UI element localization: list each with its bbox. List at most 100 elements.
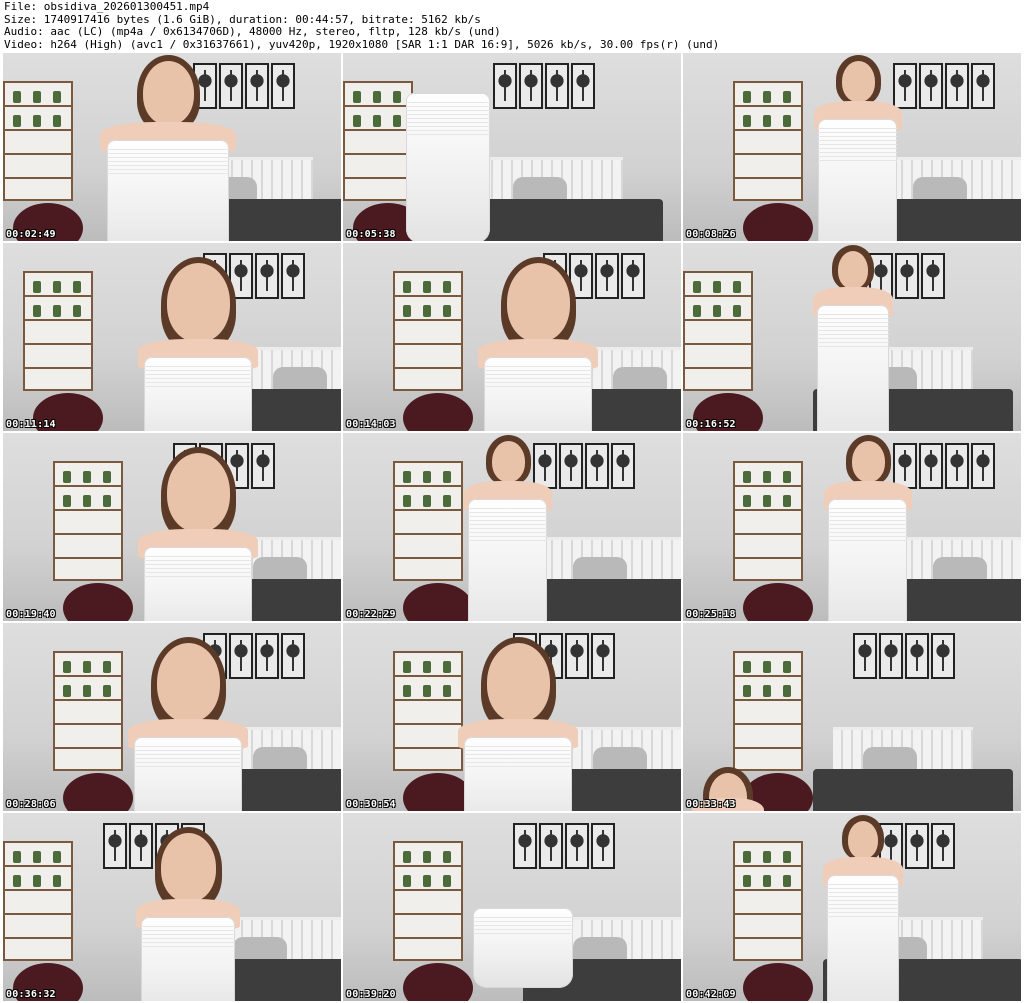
- thumbnail-timestamp: 00:16:52: [686, 419, 736, 430]
- bookshelf: [393, 271, 463, 391]
- shelf-decor-item: [443, 281, 451, 293]
- face: [507, 263, 570, 342]
- shelf-decor-item: [423, 281, 431, 293]
- shelf-decor-item: [743, 495, 751, 507]
- shelf-decor-item: [63, 685, 71, 697]
- shelf-decor-item: [763, 495, 771, 507]
- file-info-header: File: obsidiva_202601300451.mp4 Size: 17…: [0, 0, 1024, 52]
- room-scene: [3, 813, 341, 1001]
- shelf-decor-item: [743, 91, 751, 103]
- wall-art-frame: [571, 63, 595, 109]
- wall-art-frame: [919, 63, 943, 109]
- white-dress: [468, 499, 547, 621]
- shelf-decor-item: [403, 495, 411, 507]
- shelf-decor-item: [13, 851, 21, 863]
- shelf-decor-item: [33, 851, 41, 863]
- video-thumbnail: 00:25:18: [683, 433, 1021, 621]
- shelf-decor-item: [33, 305, 41, 317]
- wall-art-frame: [281, 633, 305, 679]
- wall-art-frame: [905, 633, 929, 679]
- person-figure: [123, 433, 273, 621]
- face: [143, 61, 194, 125]
- wall-art-frame: [591, 823, 615, 869]
- shelf-decor-item: [53, 851, 61, 863]
- wall-art-frame: [271, 63, 295, 109]
- face: [838, 251, 868, 289]
- video-thumbnail: 00:14:03: [343, 243, 681, 431]
- shelf-decor-item: [403, 661, 411, 673]
- person-figure: [113, 623, 263, 811]
- thumbnail-timestamp: 00:22:29: [346, 609, 396, 620]
- shelf-decor-item: [53, 875, 61, 887]
- person-figure: [83, 53, 253, 241]
- thumbnail-timestamp: 00:33:43: [686, 799, 736, 810]
- bed: [813, 769, 1013, 811]
- shelf-decor-item: [783, 495, 791, 507]
- shelf-decor-item: [423, 471, 431, 483]
- thumbnail-timestamp: 00:25:18: [686, 609, 736, 620]
- thumbnail-timestamp: 00:39:20: [346, 989, 396, 1000]
- wall-art-frame: [921, 253, 945, 299]
- shelf-decor-item: [353, 115, 361, 127]
- shelf-decor-item: [403, 305, 411, 317]
- person-figure: [813, 813, 913, 1001]
- shelf-decor-item: [423, 685, 431, 697]
- shelf-decor-item: [103, 661, 111, 673]
- bookshelf: [683, 271, 753, 391]
- room-scene: [343, 813, 681, 1001]
- shelf-decor-item: [63, 661, 71, 673]
- person-figure: [453, 433, 563, 621]
- shelf-decor-item: [373, 91, 381, 103]
- shelf-decor-item: [83, 495, 91, 507]
- shelf-decor-item: [443, 471, 451, 483]
- person-figure: [123, 243, 273, 431]
- person-figure: [813, 433, 923, 621]
- face: [167, 263, 230, 342]
- thumbnail-timestamp: 00:02:49: [6, 229, 56, 240]
- shelf-decor-item: [423, 661, 431, 673]
- thumbnail-timestamp: 00:42:09: [686, 989, 736, 1000]
- wall-art-frame: [971, 443, 995, 489]
- shelf-decor-item: [713, 305, 721, 317]
- shelf-decor-item: [783, 661, 791, 673]
- shelf-decor-item: [783, 115, 791, 127]
- person-figure: [803, 53, 913, 241]
- room-scene: [3, 243, 341, 431]
- face: [157, 643, 220, 722]
- thumbnail-timestamp: 00:11:14: [6, 419, 56, 430]
- video-thumbnail: 00:28:06: [3, 623, 341, 811]
- shelf-decor-item: [103, 685, 111, 697]
- bookshelf: [3, 841, 73, 961]
- shelf-decor-item: [783, 471, 791, 483]
- wall-art-frame: [591, 633, 615, 679]
- shelf-decor-item: [353, 91, 361, 103]
- white-dress: [817, 305, 889, 431]
- room-scene: [343, 243, 681, 431]
- thumbnail-grid: 00:02:49 00:05:38 00:08:26 00:11:14 00:14:03…: [0, 53, 1024, 1003]
- shelf-decor-item: [403, 685, 411, 697]
- room-scene: [683, 623, 1021, 811]
- video-thumbnail: 00:30:54: [343, 623, 681, 811]
- wall-art-frame: [519, 63, 543, 109]
- shelf-decor-item: [743, 115, 751, 127]
- video-thumbnail: 00:16:52: [683, 243, 1021, 431]
- white-dress: [107, 140, 229, 241]
- wall-art-frame: [945, 443, 969, 489]
- shelf-decor-item: [713, 281, 721, 293]
- shelf-decor-item: [743, 851, 751, 863]
- white-dress: [144, 547, 252, 621]
- wall-art-frame: [611, 443, 635, 489]
- shelf-decor-item: [763, 115, 771, 127]
- thumbnail-timestamp: 00:19:40: [6, 609, 56, 620]
- shelf-decor-item: [693, 281, 701, 293]
- wall-art-frame: [585, 443, 609, 489]
- face: [167, 453, 230, 532]
- shelf-decor-item: [783, 875, 791, 887]
- shelf-decor-item: [693, 305, 701, 317]
- face: [492, 441, 525, 482]
- thumbnail-timestamp: 00:05:38: [346, 229, 396, 240]
- shelf-decor-item: [443, 495, 451, 507]
- wall-art-frame: [621, 253, 645, 299]
- white-dress: [473, 908, 573, 988]
- shelf-decor-item: [63, 471, 71, 483]
